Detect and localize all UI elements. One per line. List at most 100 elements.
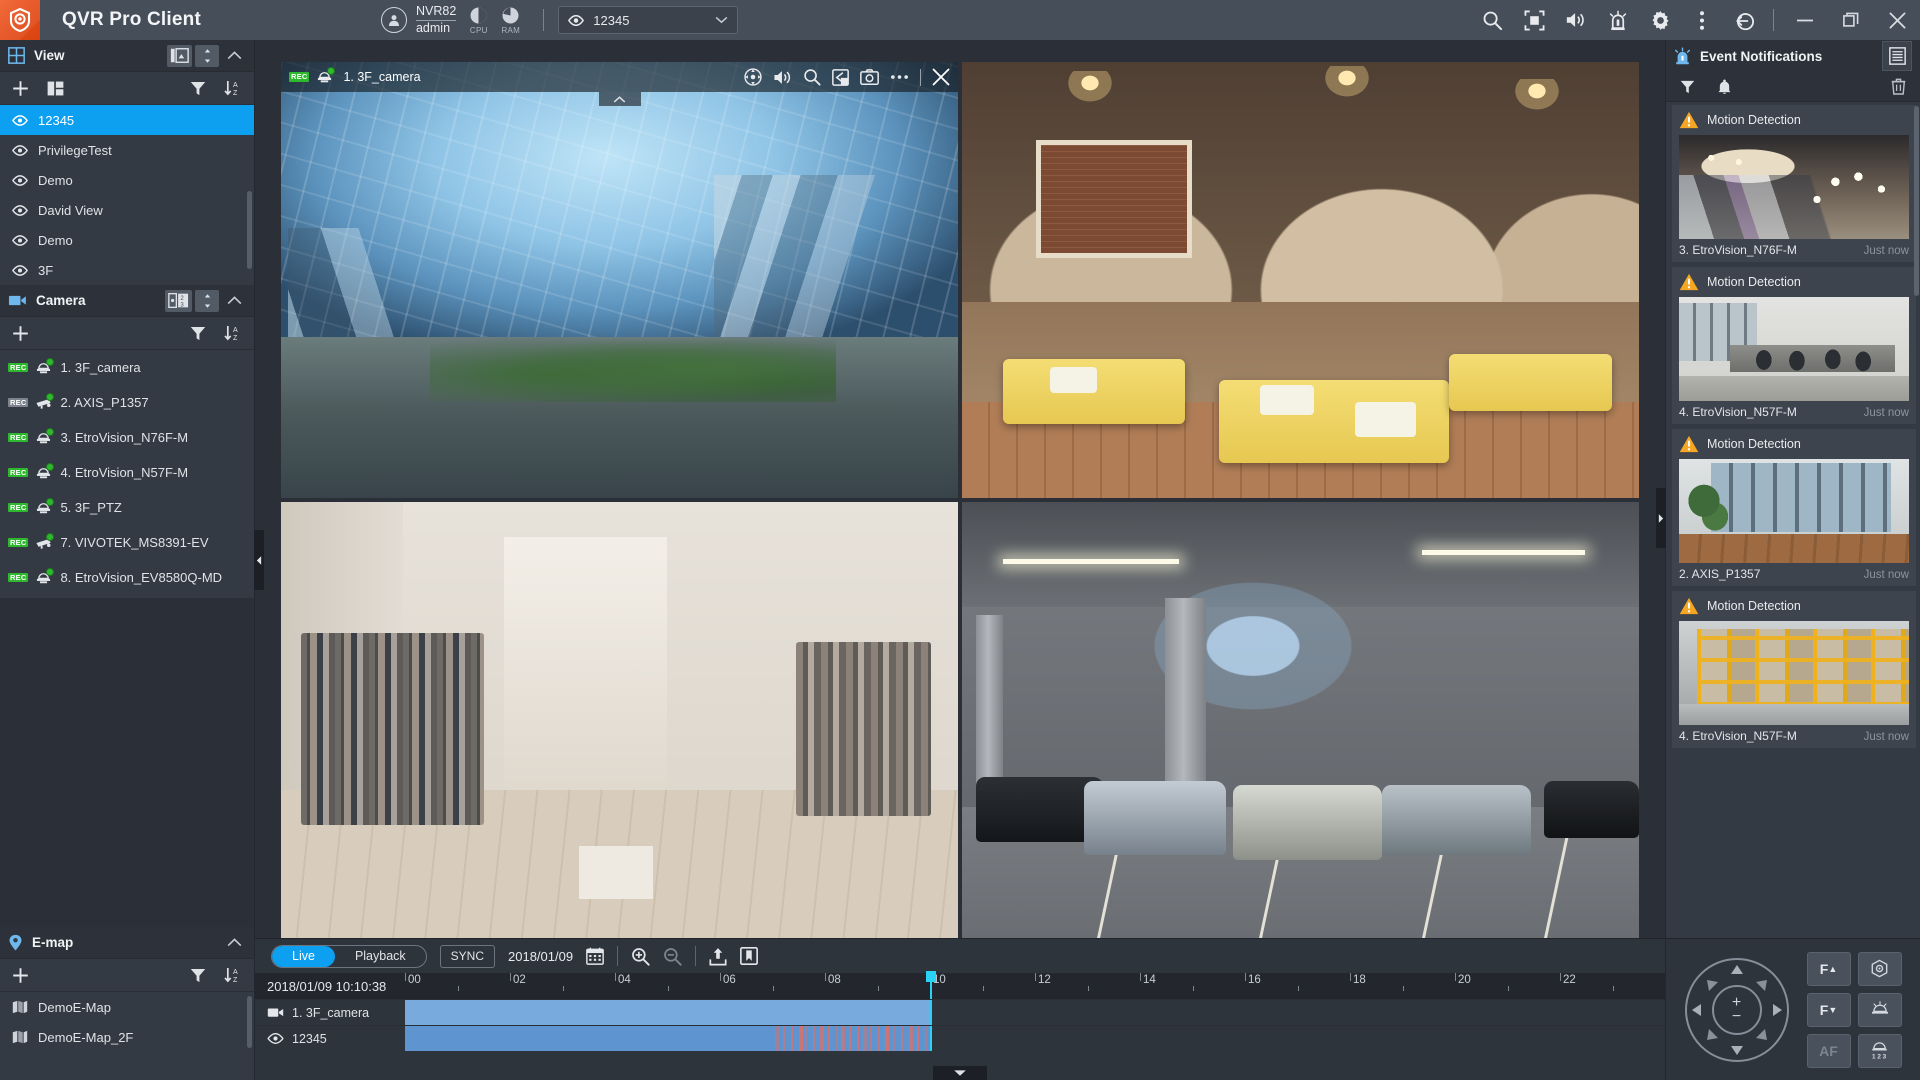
sort-cameras-button[interactable]: A Z: [224, 325, 242, 341]
event-thumbnail[interactable]: [1679, 135, 1909, 239]
video-cell-3[interactable]: [281, 502, 958, 938]
more-horizontal-icon[interactable]: [890, 74, 909, 80]
tab-playback[interactable]: Playback: [335, 946, 426, 967]
timeline-event-marker[interactable]: [790, 1026, 793, 1051]
timeline-ruler-track[interactable]: 00 02 04 06 08 10 12 14 16 18 20 22: [405, 971, 1666, 999]
zoom-in-icon[interactable]: [631, 947, 650, 966]
timeline-event-marker[interactable]: [893, 1026, 896, 1051]
timeline-event-marker[interactable]: [885, 1026, 890, 1051]
timeline-recorded-segment[interactable]: [405, 1000, 930, 1025]
camera-list-item[interactable]: REC 3. EtroVision_N76F-M: [0, 420, 254, 455]
timeline-track-camera[interactable]: [405, 1000, 1665, 1025]
emap-list-item[interactable]: DemoE-Map_2F: [0, 1022, 254, 1052]
filter-cameras-button[interactable]: [190, 326, 206, 341]
view-selector-dropdown[interactable]: 12345: [558, 6, 739, 34]
filter-views-button[interactable]: [190, 81, 206, 96]
auto-focus-button[interactable]: AF: [1806, 1033, 1851, 1068]
view-list-item[interactable]: 3F: [0, 255, 254, 285]
event-thumbnail[interactable]: [1679, 621, 1909, 725]
ptz-joystick[interactable]: + −: [1684, 957, 1789, 1062]
ptz-home-button[interactable]: [1857, 992, 1902, 1027]
add-view-button[interactable]: [12, 80, 29, 97]
bell-icon[interactable]: [1717, 79, 1732, 95]
timeline-row-camera[interactable]: 1. 3F_camera: [255, 999, 1665, 1025]
timeline-recorded-segment[interactable]: [405, 1026, 930, 1051]
bookmark-icon[interactable]: [740, 947, 759, 965]
camera-list-item[interactable]: REC 5. 3F_PTZ: [0, 490, 254, 525]
timeline-event-marker[interactable]: [813, 1026, 816, 1051]
collapse-timeline-handle[interactable]: [933, 1066, 987, 1080]
ptz-zoom-out-label[interactable]: −: [1732, 1008, 1741, 1024]
sort-views-button[interactable]: A Z: [224, 80, 242, 96]
timeline-event-marker[interactable]: [909, 1026, 913, 1051]
ptz-target-button[interactable]: [1857, 951, 1902, 986]
view-list-item[interactable]: 12345: [0, 105, 254, 135]
alarm-icon[interactable]: [1597, 0, 1639, 40]
timeline-event-marker[interactable]: [835, 1026, 838, 1051]
timeline-track-view[interactable]: [405, 1026, 1665, 1051]
account-info[interactable]: NVR82 admin CPU RAM: [380, 4, 558, 35]
view-list-item[interactable]: Demo: [0, 165, 254, 195]
event-card[interactable]: Motion Detection 4. EtroVision_N57F-M Just…: [1672, 267, 1916, 424]
export-icon[interactable]: [709, 947, 727, 966]
view-list-item[interactable]: PrivilegeTest: [0, 135, 254, 165]
tab-live[interactable]: Live: [272, 945, 335, 967]
close-icon[interactable]: [932, 68, 950, 86]
layout-toggle-button[interactable]: [167, 44, 192, 67]
minimize-icon[interactable]: [1782, 0, 1828, 40]
camera-list-item[interactable]: REC 8. EtroVision_EV8580Q-MD: [0, 560, 254, 595]
collapse-event-panel-handle[interactable]: [1656, 488, 1666, 549]
speaker-icon[interactable]: [773, 69, 792, 86]
timeline-playhead[interactable]: [930, 1000, 932, 1025]
timeline-event-marker[interactable]: [916, 1026, 919, 1051]
event-list-scrollbar[interactable]: [1914, 106, 1919, 296]
close-icon[interactable]: [1874, 0, 1920, 40]
video-cell-1-expand-handle[interactable]: [598, 92, 641, 106]
clear-events-button[interactable]: [1891, 78, 1906, 95]
view-list-item[interactable]: Demo: [0, 225, 254, 255]
digital-zoom-icon[interactable]: [803, 68, 821, 86]
camera-list-item[interactable]: REC 4. EtroVision_N57F-M: [0, 455, 254, 490]
ptz-control-icon[interactable]: [744, 68, 762, 86]
view-list-scrollbar[interactable]: [247, 191, 252, 269]
timeline-event-marker[interactable]: [848, 1026, 851, 1051]
event-thumbnail[interactable]: [1679, 459, 1909, 563]
add-camera-button[interactable]: [12, 325, 29, 342]
focus-far-button[interactable]: F ▼: [1806, 992, 1851, 1027]
timeline-event-marker[interactable]: [805, 1026, 808, 1051]
collapse-view-button[interactable]: [222, 45, 246, 67]
focus-near-button[interactable]: F ▲: [1806, 951, 1851, 986]
timeline-playhead[interactable]: [926, 971, 936, 999]
timeline-event-marker[interactable]: [840, 1026, 845, 1051]
timeline-event-marker[interactable]: [827, 1026, 830, 1051]
restore-icon[interactable]: [1828, 0, 1874, 40]
sync-button[interactable]: SYNC: [439, 944, 496, 968]
more-vertical-icon[interactable]: [1681, 0, 1723, 40]
event-card[interactable]: Motion Detection 3. EtroVision_N76F-M Just…: [1672, 105, 1916, 262]
view-list-item[interactable]: David View: [0, 195, 254, 225]
timeline-event-marker[interactable]: [862, 1026, 867, 1051]
calendar-icon[interactable]: [586, 947, 604, 965]
camera-layout-button[interactable]: 2 3: [165, 289, 192, 312]
event-card[interactable]: Motion Detection 4. EtroVision_N57F-M Just…: [1672, 591, 1916, 748]
emap-list-scrollbar[interactable]: [247, 996, 252, 1048]
timeline-event-marker[interactable]: [869, 1026, 872, 1051]
sort-emaps-button[interactable]: A Z: [224, 967, 242, 983]
emap-list-item[interactable]: DemoE-Map: [0, 992, 254, 1022]
snapshot-sequence-icon[interactable]: [832, 68, 849, 86]
timeline-event-marker[interactable]: [901, 1026, 904, 1051]
camera-list-item[interactable]: REC 7. VIVOTEK_MS8391-EV: [0, 525, 254, 560]
ptz-preset-button[interactable]: 1 2 3: [1857, 1033, 1902, 1068]
filter-events-button[interactable]: [1680, 80, 1695, 94]
camera-snapshot-icon[interactable]: [860, 69, 879, 85]
video-cell-1[interactable]: REC 1. 3F_camera: [281, 62, 958, 498]
timeline-row-view[interactable]: 12345: [255, 1025, 1665, 1051]
event-thumbnail[interactable]: [1679, 297, 1909, 401]
logout-icon[interactable]: [1723, 0, 1765, 40]
zoom-out-icon[interactable]: [663, 947, 682, 966]
camera-list-item[interactable]: REC 1. 3F_camera: [0, 350, 254, 385]
video-cell-2[interactable]: [962, 62, 1639, 498]
camera-list-item[interactable]: REC 2. AXIS_P1357: [0, 385, 254, 420]
camera-updown-button[interactable]: [195, 289, 219, 312]
timeline-event-marker[interactable]: [924, 1026, 927, 1051]
